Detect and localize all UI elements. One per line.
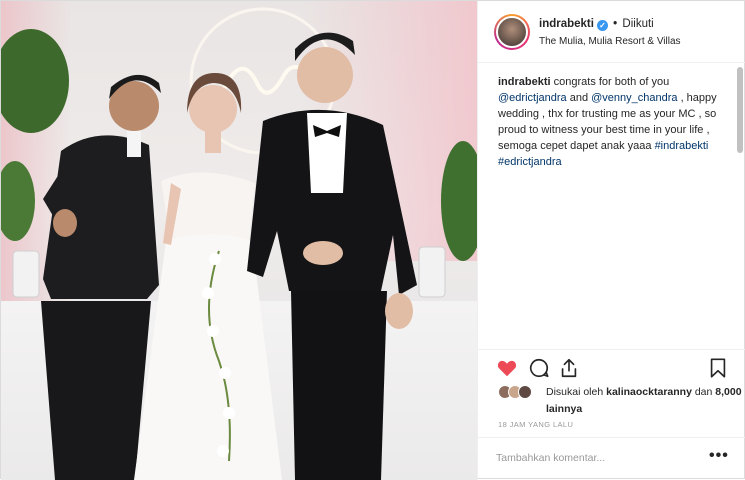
wedding-photo-figures — [1, 7, 477, 480]
verified-badge-icon: ✓ — [596, 20, 608, 31]
post-header: indrabekti ✓ • Diikuti The Mulia, Mulia R… — [478, 1, 745, 63]
likes-middle: dan — [691, 386, 716, 398]
comment-input[interactable] — [496, 450, 686, 466]
caption-hashtag[interactable]: #edrictjandra — [498, 156, 562, 168]
location-link[interactable]: The Mulia, Mulia Resort & Villas — [539, 36, 681, 47]
avatar[interactable] — [496, 16, 528, 48]
likes-text: Disukai oleh kalinaocktaranny dan 8,000 … — [546, 384, 745, 418]
liker-avatar[interactable] — [518, 385, 532, 399]
caption: indrabekti congrats for both of you @edr… — [498, 74, 728, 170]
header-separator: • — [613, 18, 618, 30]
share-icon[interactable] — [558, 357, 580, 379]
follow-status-button[interactable]: Diikuti — [622, 18, 653, 30]
post-timestamp[interactable]: 18 JAM YANG LALU — [498, 420, 573, 429]
post-photo[interactable] — [1, 1, 477, 480]
caption-text: congrats for both of you — [550, 76, 670, 88]
more-options-icon[interactable]: ••• — [709, 447, 729, 465]
header-username[interactable]: indrabekti — [539, 18, 594, 30]
bookmark-icon[interactable] — [707, 357, 729, 379]
comment-icon[interactable] — [528, 357, 550, 379]
caption-username[interactable]: indrabekti — [498, 76, 551, 88]
add-comment-bar: ••• — [478, 437, 745, 480]
caption-mention[interactable]: @venny_chandra — [591, 92, 677, 104]
heart-icon[interactable] — [496, 357, 518, 379]
comments-area[interactable]: indrabekti congrats for both of you @edr… — [478, 63, 745, 349]
header-user-line: indrabekti ✓ • Diikuti — [539, 18, 654, 31]
story-ring[interactable] — [494, 14, 530, 50]
caption-text: and — [566, 92, 592, 104]
comments-scrollbar[interactable] — [736, 63, 744, 349]
instagram-post: indrabekti ✓ • Diikuti The Mulia, Mulia R… — [0, 0, 745, 480]
liker-username[interactable]: kalinaocktaranny — [606, 386, 692, 398]
caption-hashtag[interactable]: #indrabekti — [655, 140, 709, 152]
scrollbar-thumb[interactable] — [737, 67, 743, 153]
caption-mention[interactable]: @edrictjandra — [498, 92, 567, 104]
post-sidebar: indrabekti ✓ • Diikuti The Mulia, Mulia R… — [477, 1, 745, 480]
action-bar — [478, 349, 745, 381]
likes-prefix: Disukai oleh — [546, 386, 607, 398]
